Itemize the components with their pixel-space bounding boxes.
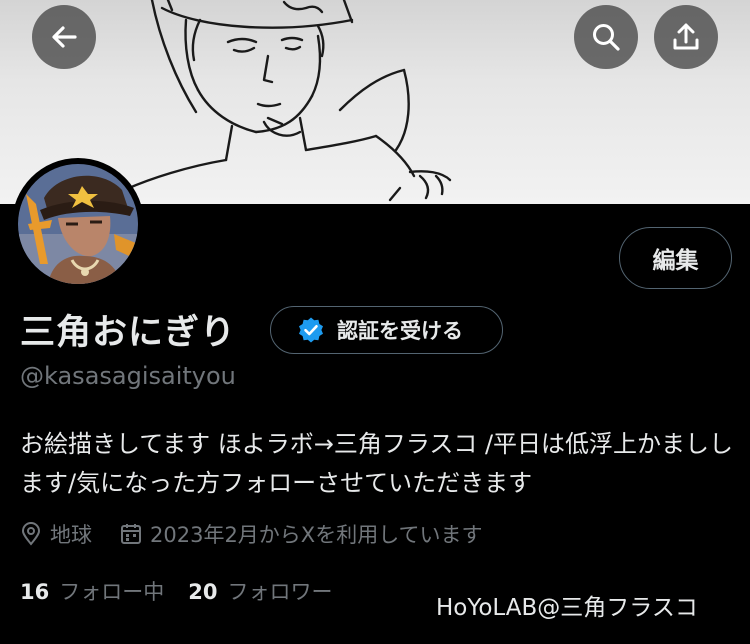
location-item: 地球 <box>20 519 92 549</box>
username-handle: @kasasagisaityou <box>20 362 236 390</box>
following-link[interactable]: 16 フォロー中 <box>20 576 164 606</box>
followers-count: 20 <box>188 580 218 604</box>
follow-stats: 16 フォロー中 20 フォロワー <box>20 576 332 606</box>
display-name: 三角おにぎり <box>20 313 237 353</box>
joined-date-text: 2023年2月からXを利用しています <box>150 523 483 547</box>
followers-link[interactable]: 20 フォロワー <box>188 576 332 606</box>
followers-label: フォロワー <box>227 580 333 604</box>
share-icon <box>673 23 699 50</box>
profile-avatar[interactable] <box>12 158 144 290</box>
watermark-text: HoYoLAB@三角フラスコ <box>436 595 698 621</box>
get-verified-label: 認証を受ける <box>337 319 463 343</box>
search-icon <box>593 24 620 51</box>
location-text: 地球 <box>50 523 92 547</box>
calendar-icon <box>121 524 141 544</box>
edit-profile-button[interactable]: 編集 <box>619 227 732 289</box>
avatar-image <box>18 164 138 284</box>
profile-bio: お絵描きしてます ほよラボ→三角フラスコ /平日は低浮上かましします/気になった… <box>20 430 734 497</box>
following-count: 16 <box>20 580 50 604</box>
get-verified-button[interactable]: 認証を受ける <box>270 306 503 354</box>
search-button[interactable] <box>574 5 638 69</box>
share-button[interactable] <box>654 5 718 69</box>
back-button[interactable] <box>32 5 96 69</box>
profile-meta: 地球 2023年2月からXを利用しています <box>20 518 483 550</box>
following-label: フォロー中 <box>59 580 165 604</box>
location-pin-icon <box>21 522 41 546</box>
verified-badge-icon <box>299 317 323 343</box>
joined-date-item: 2023年2月からXを利用しています <box>120 519 483 549</box>
arrow-left-icon <box>52 26 77 48</box>
